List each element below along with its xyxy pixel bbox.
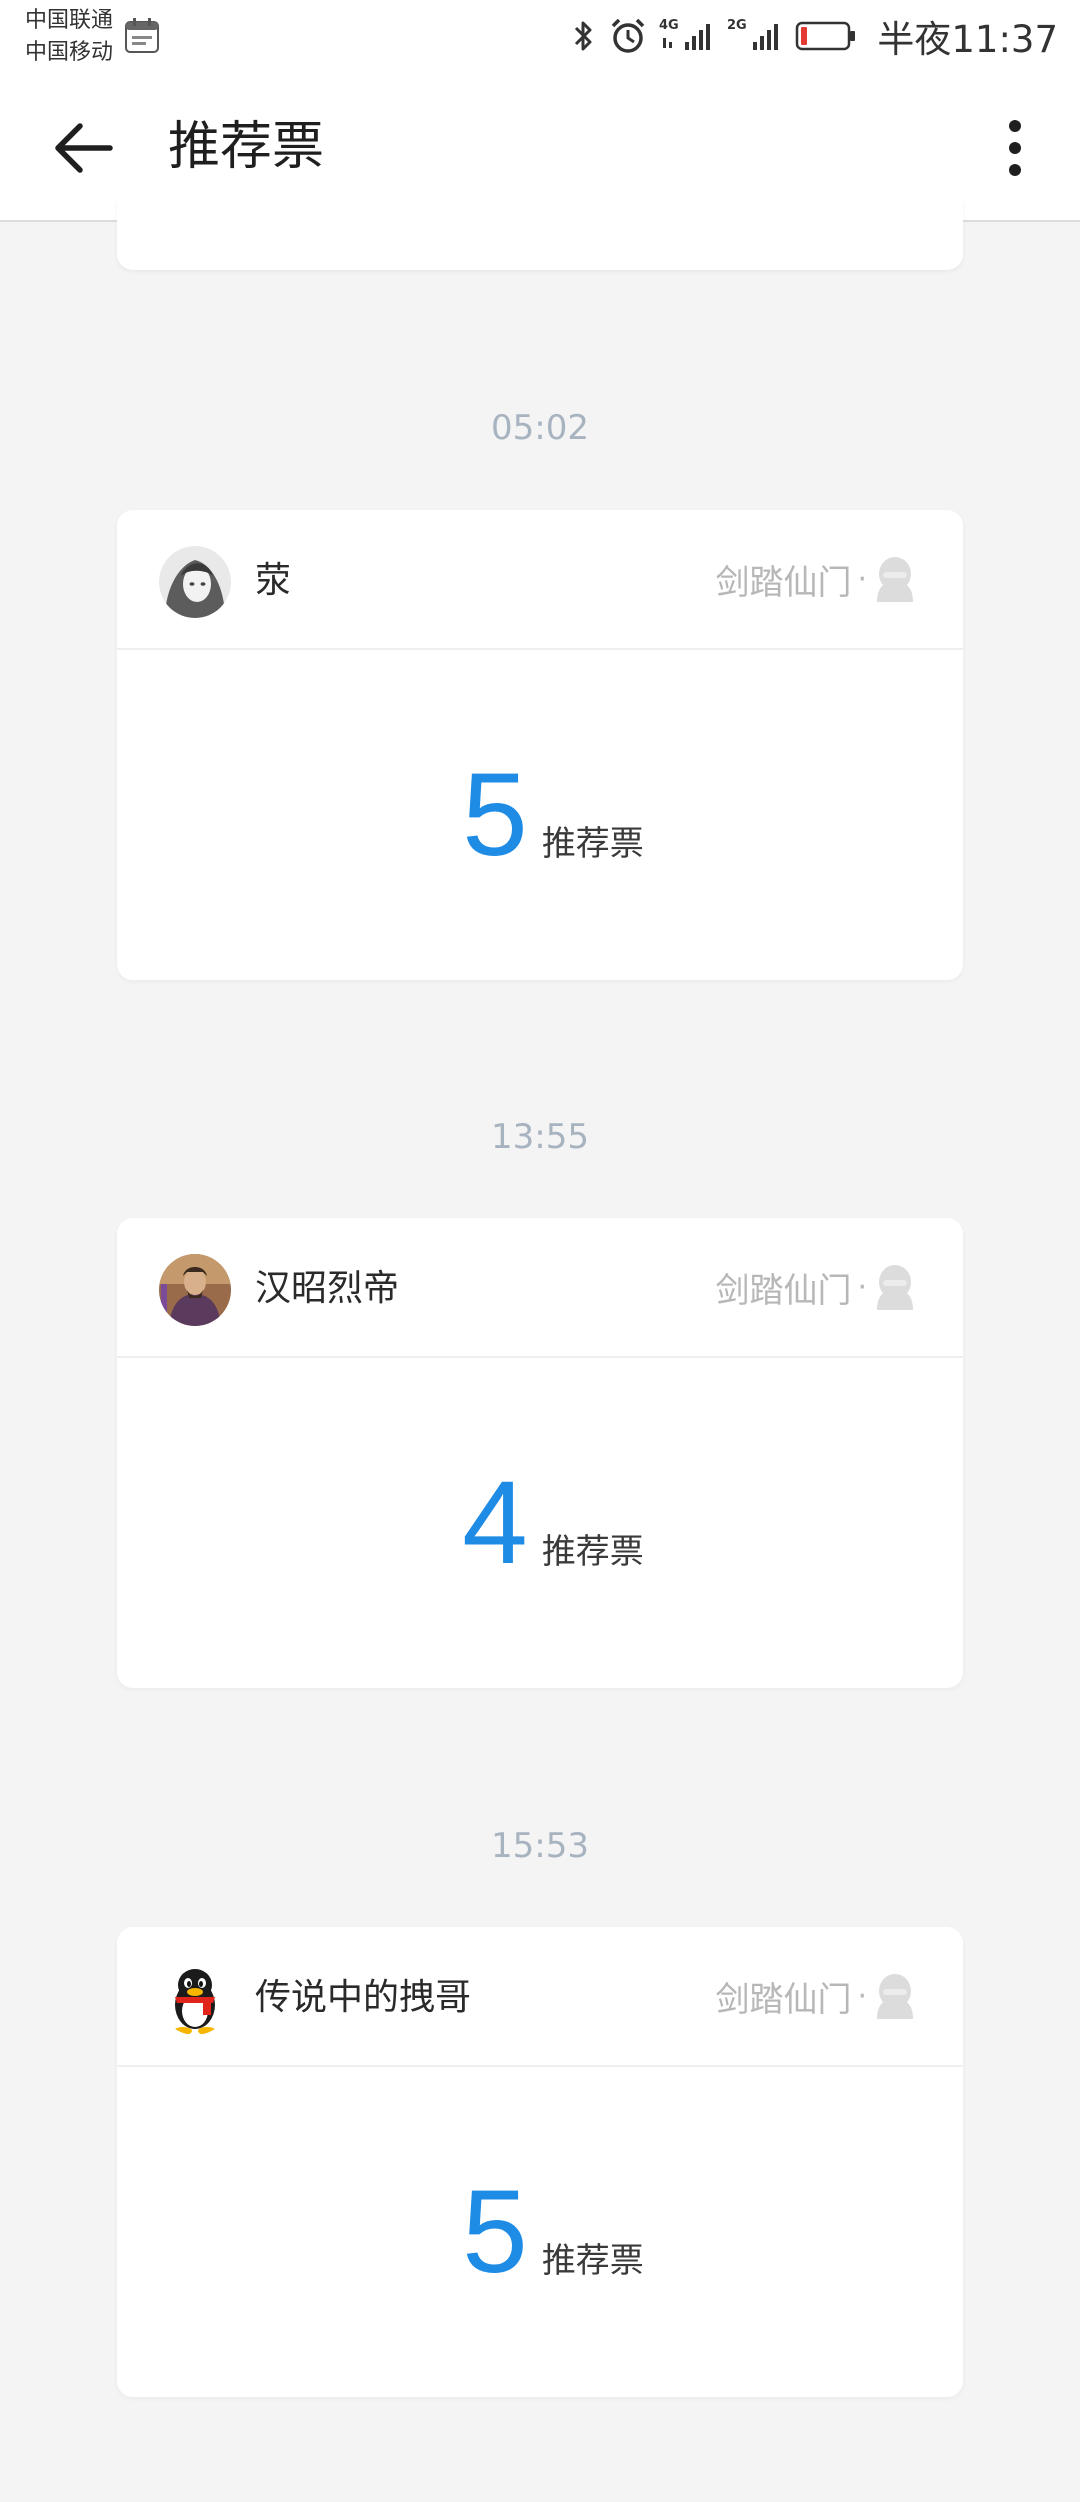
- user-name[interactable]: 汉昭烈帝: [255, 1265, 399, 1313]
- book-name: 剑踏仙门: [715, 1270, 852, 1311]
- card-body: 5 推荐票: [117, 650, 963, 980]
- card-body: 5 推荐票: [117, 2067, 963, 2397]
- back-button[interactable]: [36, 108, 132, 188]
- book-cover-icon: [877, 1974, 913, 2019]
- user-name[interactable]: 传说中的拽哥: [255, 1974, 471, 2022]
- ticket-card[interactable]: 汉昭烈帝 剑踏仙门 · 4 推荐票: [117, 1218, 963, 1688]
- arrow-left-icon: [55, 123, 113, 173]
- bluetooth-icon: [571, 18, 597, 54]
- ticket-unit-label: 推荐票: [541, 2241, 644, 2281]
- previous-card-stub[interactable]: [117, 200, 963, 270]
- card-header: 汉昭烈帝 剑踏仙门 ·: [117, 1218, 963, 1358]
- time-label: 15:53: [491, 1826, 589, 1866]
- book-tag[interactable]: 剑踏仙门 ·: [715, 554, 917, 604]
- status-bar: 中国联通 中国移动 4G 2G 半夜11:37: [0, 0, 1080, 72]
- ticket-card[interactable]: 传说中的拽哥 剑踏仙门 · 5 推荐票: [117, 1927, 963, 2397]
- signal-icon: 4G: [659, 16, 715, 56]
- book-cover-icon: [877, 1265, 913, 1310]
- ticket-count: 5: [462, 2166, 528, 2298]
- qq-penguin-icon: [159, 1963, 231, 2035]
- carrier-1-label: 中国联通: [25, 8, 114, 33]
- separator-dot: ·: [857, 1978, 867, 2014]
- book-cover-icon: [877, 557, 913, 602]
- book-tag[interactable]: 剑踏仙门 ·: [715, 1262, 917, 1312]
- battery-icon: [795, 19, 857, 53]
- ticket-count: 5: [462, 749, 528, 881]
- ticket-card[interactable]: 荥 剑踏仙门 · 5 推荐票: [117, 510, 963, 980]
- card-header: 荥 剑踏仙门 ·: [117, 510, 963, 650]
- card-body: 4 推荐票: [117, 1358, 963, 1688]
- card-header: 传说中的拽哥 剑踏仙门 ·: [117, 1927, 963, 2067]
- more-vert-icon: [1009, 120, 1021, 176]
- ticket-line: 5 推荐票: [462, 2167, 644, 2297]
- separator-dot: ·: [857, 1269, 867, 1305]
- alarm-icon: [609, 17, 647, 55]
- clock-label: 半夜11:37: [877, 18, 1058, 61]
- avatar[interactable]: [159, 1254, 231, 1326]
- user-name[interactable]: 荥: [255, 557, 291, 605]
- svg-text:2G: 2G: [727, 18, 747, 33]
- book-tag[interactable]: 剑踏仙门 ·: [715, 1971, 917, 2021]
- ticket-count: 4: [462, 1457, 528, 1589]
- ticket-line: 4 推荐票: [462, 1458, 644, 1588]
- time-label: 05:02: [491, 408, 589, 448]
- avatar[interactable]: [159, 1963, 231, 2035]
- signal-icon: 2G: [727, 16, 783, 56]
- separator-dot: ·: [857, 561, 867, 597]
- status-icons: 4G 2G 半夜11:37: [571, 12, 1058, 61]
- page-title: 推荐票: [168, 117, 325, 177]
- ticket-unit-label: 推荐票: [541, 1532, 644, 1572]
- svg-text:4G: 4G: [659, 18, 679, 33]
- more-button[interactable]: [980, 108, 1050, 188]
- ticket-unit-label: 推荐票: [541, 824, 644, 864]
- book-name: 剑踏仙门: [715, 1979, 852, 2020]
- carrier-2-label: 中国移动: [25, 40, 114, 65]
- book-name: 剑踏仙门: [715, 562, 852, 603]
- avatar[interactable]: [159, 546, 231, 618]
- time-label: 13:55: [491, 1117, 589, 1157]
- ticket-line: 5 推荐票: [462, 750, 644, 880]
- calendar-icon: [124, 16, 160, 54]
